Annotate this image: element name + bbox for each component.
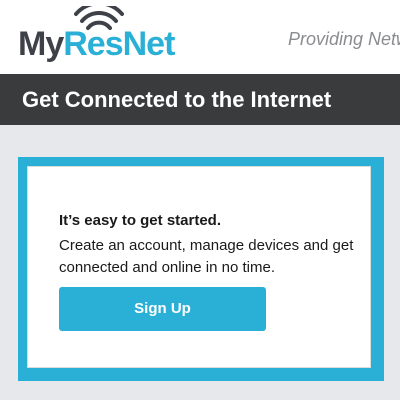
- myresnet-logo[interactable]: MyResNet: [18, 6, 175, 66]
- logo-text-my: My: [18, 25, 64, 63]
- signup-card-frame: It’s easy to get started. Create an acco…: [18, 157, 384, 381]
- signup-card: It’s easy to get started. Create an acco…: [27, 166, 371, 368]
- site-header: MyResNet Providing Netw: [0, 0, 400, 74]
- card-description: Create an account, manage devices and ge…: [59, 237, 354, 276]
- page-banner: Get Connected to the Internet: [0, 74, 400, 125]
- card-heading: It’s easy to get started.: [59, 212, 221, 229]
- header-tagline: Providing Netw: [288, 29, 400, 49]
- page-title: Get Connected to the Internet: [22, 87, 332, 112]
- sign-up-button[interactable]: Sign Up: [59, 287, 266, 331]
- logo-text-resnet: ResNet: [63, 25, 175, 63]
- logo-text: MyResNet: [18, 24, 175, 64]
